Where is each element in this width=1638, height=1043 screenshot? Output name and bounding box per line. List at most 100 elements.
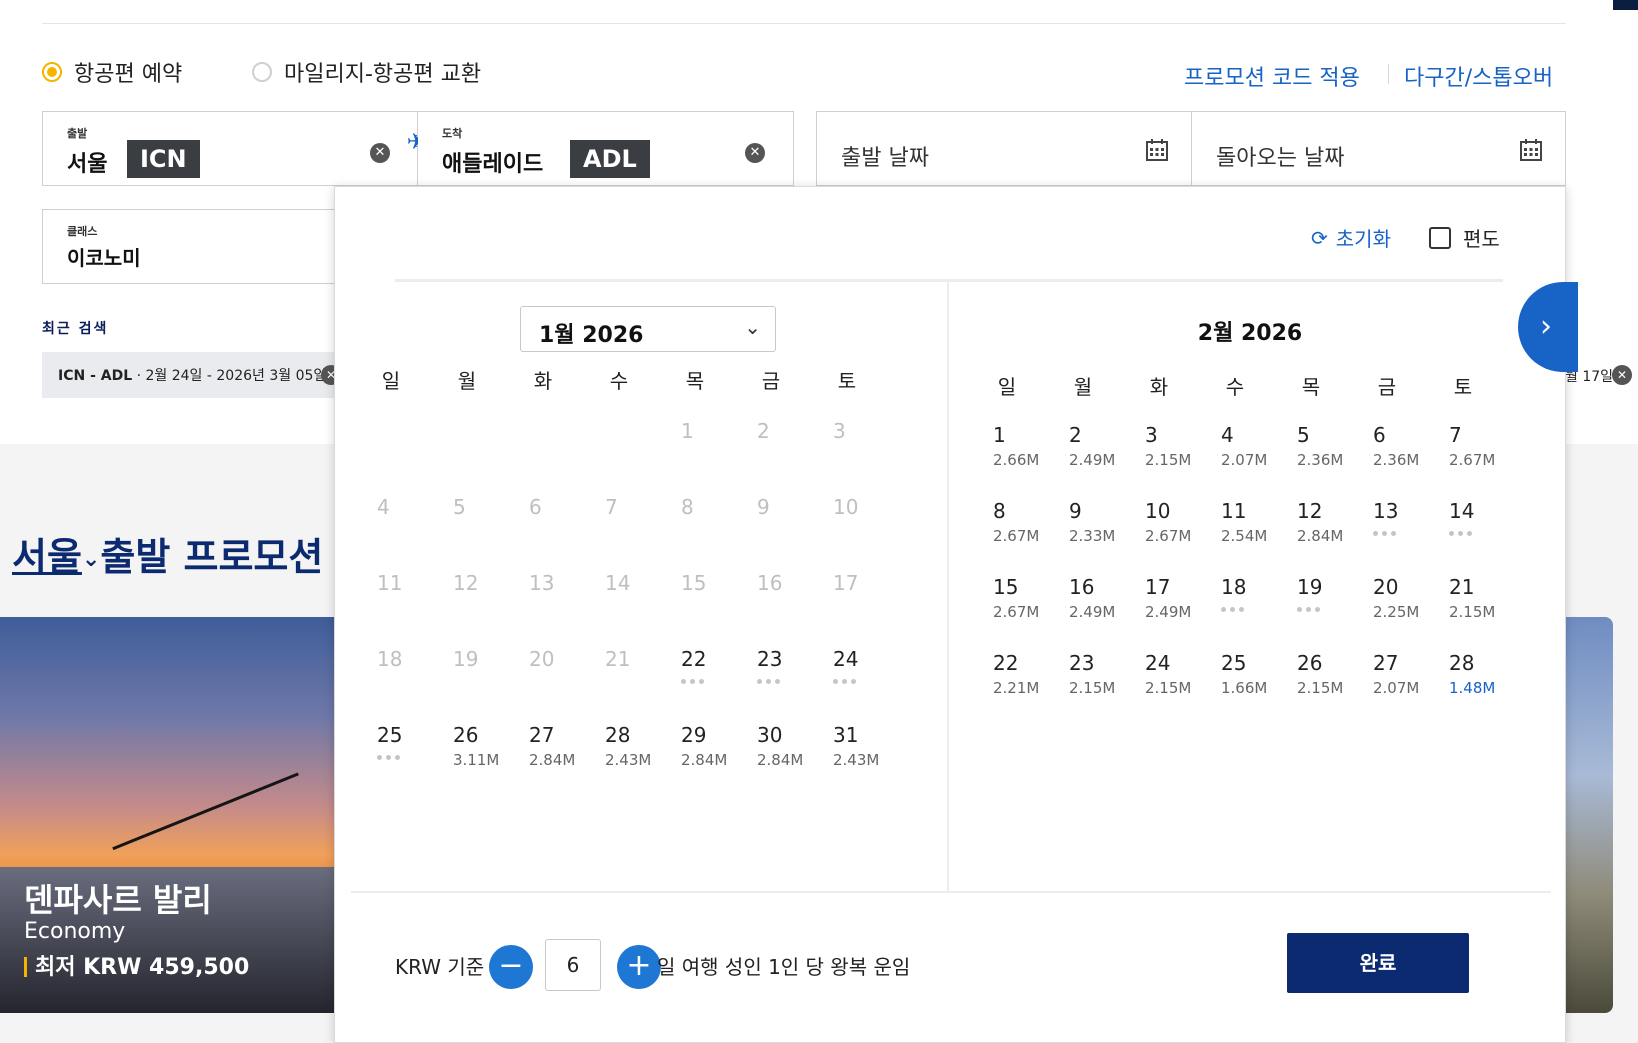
day-price: 2.49M: [1069, 603, 1116, 621]
calendar-day[interactable]: 1 2.66M: [993, 423, 1063, 469]
promo-card[interactable]: 덴파사르 발리 Economy 최저 KRW 459,500: [0, 617, 345, 1013]
depart-date-field[interactable]: 출발 날짜: [816, 111, 1192, 186]
calendar-day[interactable]: 10 2.67M: [1145, 499, 1215, 545]
day-price: 1.48M: [1449, 679, 1496, 697]
promo-card-next[interactable]: [1565, 617, 1613, 1013]
calendar-day[interactable]: 28 1.48M: [1449, 651, 1519, 697]
calendar-day[interactable]: 11 2.54M: [1221, 499, 1291, 545]
calendar-day[interactable]: 22 2.21M: [993, 651, 1063, 697]
calendar-day[interactable]: 27 2.84M: [529, 723, 599, 769]
done-button[interactable]: 완료: [1287, 933, 1469, 993]
day-number: 10: [833, 495, 859, 519]
calendar-day[interactable]: 14: [1449, 499, 1519, 541]
trip-days-input[interactable]: 6: [545, 939, 601, 991]
calendar-day[interactable]: 26 2.15M: [1297, 651, 1367, 697]
calendar-day[interactable]: 22: [681, 647, 751, 689]
calendar-day[interactable]: 30 2.84M: [757, 723, 827, 769]
origin-field[interactable]: 출발 서울 ICN ✕: [42, 111, 418, 186]
calendar-day[interactable]: 29 2.84M: [681, 723, 751, 769]
day-price: 2.15M: [1145, 679, 1192, 697]
radio-mileage-redeem[interactable]: 마일리지-항공편 교환: [252, 56, 481, 88]
day-number: 12: [1297, 499, 1323, 523]
calendar-day[interactable]: 18: [1221, 575, 1291, 617]
day-number: 25: [377, 723, 403, 747]
day-number: 20: [529, 647, 555, 671]
calendar-day[interactable]: 16 2.49M: [1069, 575, 1139, 621]
calendar-day: 1: [681, 419, 751, 443]
calendar-day[interactable]: 5 2.36M: [1297, 423, 1367, 469]
calendar-day[interactable]: 23: [757, 647, 827, 689]
radio-book-flight[interactable]: 항공편 예약: [42, 56, 182, 88]
calendar-day[interactable]: 23 2.15M: [1069, 651, 1139, 697]
calendar-day[interactable]: 27 2.07M: [1373, 651, 1443, 697]
clear-origin-icon[interactable]: ✕: [370, 143, 390, 163]
day-price: 2.66M: [993, 451, 1040, 469]
month-select[interactable]: 1월 2026 ⌄: [520, 306, 776, 352]
increase-days-button[interactable]: +: [617, 945, 661, 989]
weekday-label: 일: [997, 375, 1017, 399]
recent-route: ICN - ADL: [58, 368, 133, 384]
day-price: 2.84M: [529, 751, 576, 769]
calendar-day[interactable]: 2 2.49M: [1069, 423, 1139, 469]
calendar-day: 6: [529, 495, 599, 519]
day-number: 27: [1373, 651, 1399, 675]
destination-field[interactable]: 도착 애들레이드 ADL ✕: [418, 111, 794, 186]
oneway-checkbox[interactable]: 편도: [1429, 223, 1500, 252]
calendar-day[interactable]: 28 2.43M: [605, 723, 675, 769]
reset-button[interactable]: ⟳ 초기화: [1311, 223, 1391, 252]
calendar-day[interactable]: 12 2.84M: [1297, 499, 1367, 545]
calendar-day[interactable]: 21 2.15M: [1449, 575, 1519, 621]
day-price: 2.15M: [1145, 451, 1192, 469]
calendar-day[interactable]: 7 2.67M: [1449, 423, 1519, 469]
calendar-day: 4: [377, 495, 447, 519]
calendar-day[interactable]: 13: [1373, 499, 1443, 541]
day-price: 2.67M: [993, 527, 1040, 545]
day-price: 2.84M: [681, 751, 728, 769]
calendar-day[interactable]: 4 2.07M: [1221, 423, 1291, 469]
calendar-day: 18: [377, 647, 447, 671]
calendar-day[interactable]: 31 2.43M: [833, 723, 903, 769]
day-number: 13: [1373, 499, 1399, 523]
calendar-day[interactable]: 8 2.67M: [993, 499, 1063, 545]
calendar-day: 21: [605, 647, 675, 671]
calendar-day: 3: [833, 419, 903, 443]
radio-label: 마일리지-항공편 교환: [284, 62, 482, 87]
return-date-field[interactable]: 돌아오는 날짜: [1191, 111, 1566, 186]
calendar-day[interactable]: 26 3.11M: [453, 723, 523, 769]
price-loading-icon: [377, 755, 447, 765]
recent-search-chip[interactable]: ICN - ADL · 2월 24일 - 2026년 3월 05일: [42, 352, 342, 398]
checkbox-icon: [1429, 226, 1451, 249]
calendar-day: 19: [453, 647, 523, 671]
calendar-day[interactable]: 17 2.49M: [1145, 575, 1215, 621]
clear-destination-icon[interactable]: ✕: [745, 143, 765, 163]
origin-code-badge: ICN: [127, 140, 200, 178]
weekday-label: 월: [1073, 375, 1093, 399]
calendar-day[interactable]: 9 2.33M: [1069, 499, 1139, 545]
day-number: 21: [1449, 575, 1475, 599]
day-number: 29: [681, 723, 707, 747]
chevron-down-icon[interactable]: ⌄: [82, 547, 100, 572]
day-price: 2.36M: [1373, 451, 1420, 469]
calendar-day[interactable]: 6 2.36M: [1373, 423, 1443, 469]
calendar-day[interactable]: 15 2.67M: [993, 575, 1063, 621]
day-number: 23: [757, 647, 783, 671]
calendar-day[interactable]: 3 2.15M: [1145, 423, 1215, 469]
cabin-value: 이코노미: [67, 246, 141, 270]
calendar-day[interactable]: 24 2.15M: [1145, 651, 1215, 697]
calendar-day[interactable]: 19: [1297, 575, 1367, 617]
day-number: 9: [757, 495, 770, 519]
promo-cabin: Economy: [24, 919, 126, 944]
calendar-day[interactable]: 24: [833, 647, 903, 689]
day-price: 2.49M: [1145, 603, 1192, 621]
multi-city-link[interactable]: 다구간/스톱오버: [1404, 60, 1553, 92]
day-number: 15: [681, 571, 707, 595]
day-price: 2.54M: [1221, 527, 1268, 545]
remove-recent-icon[interactable]: ✕: [1612, 365, 1632, 385]
promo-code-link[interactable]: 프로모션 코드 적용: [1184, 60, 1360, 92]
decrease-days-button[interactable]: −: [489, 945, 533, 989]
calendar-day[interactable]: 25: [377, 723, 447, 765]
promo-city-select[interactable]: 서울: [12, 535, 82, 579]
day-price: 2.67M: [1145, 527, 1192, 545]
calendar-day[interactable]: 20 2.25M: [1373, 575, 1443, 621]
calendar-day[interactable]: 25 1.66M: [1221, 651, 1291, 697]
